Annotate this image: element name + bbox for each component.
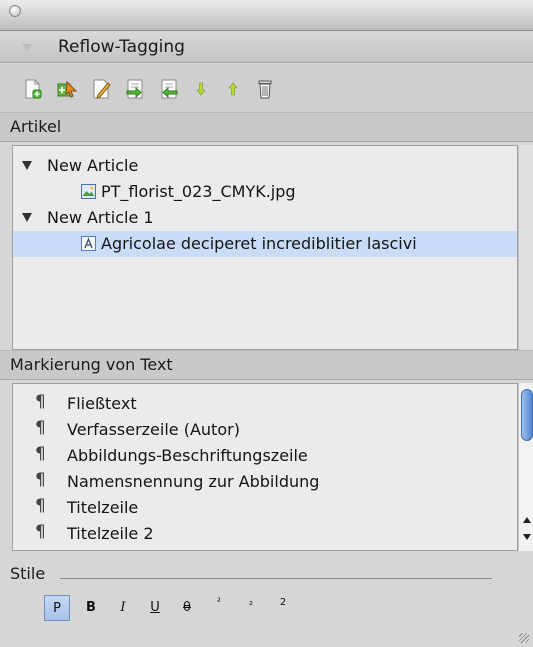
scroll-down-arrow-icon[interactable] <box>523 534 531 540</box>
scrollbar-thumb[interactable] <box>521 389 533 441</box>
close-button[interactable] <box>9 5 21 17</box>
list-item[interactable]: ¶ Abbildungs-Beschriftungszeile <box>13 443 517 469</box>
disclosure-triangle-icon[interactable] <box>22 213 32 222</box>
list-item-selected[interactable]: Agricolae deciperet incrediblitier lasci… <box>13 231 517 257</box>
move-out-button[interactable] <box>158 78 180 100</box>
pilcrow-icon: ¶ <box>35 470 46 490</box>
scroll-up-arrow-icon[interactable] <box>523 517 531 523</box>
list-item[interactable]: ¶ Namensnennung zur Abbildung <box>13 469 517 495</box>
underline-style-button[interactable]: U <box>142 595 168 621</box>
trash-icon <box>258 80 272 99</box>
paragraph-style-button[interactable]: P <box>44 595 70 621</box>
subscript-style-button[interactable]: ₂ <box>238 595 264 621</box>
list-item[interactable]: New Article 1 <box>13 205 517 231</box>
markup-list[interactable]: ¶ Fließtext ¶ Verfasserzeile (Autor) ¶ A… <box>12 383 518 551</box>
arrow-up-icon <box>228 82 238 96</box>
pilcrow-icon: ¶ <box>35 392 46 412</box>
tag-label: Titelzeile 2 <box>67 524 154 543</box>
arrow-down-icon <box>196 82 206 96</box>
article-label: New Article 1 <box>47 208 154 227</box>
markup-section-header: Markierung von Text <box>0 350 533 380</box>
list-item[interactable]: ¶ Titelzeile <box>13 495 517 521</box>
collapse-triangle-icon[interactable] <box>22 44 32 51</box>
list-item[interactable]: ¶ Verfasserzeile (Autor) <box>13 417 517 443</box>
disclosure-triangle-icon[interactable] <box>22 161 32 170</box>
list-item[interactable]: ¶ Fließtext <box>13 391 517 417</box>
panel-header[interactable]: Reflow-Tagging <box>0 31 533 63</box>
reflow-tagging-panel: Reflow-Tagging Artikel New Article PT_fl… <box>0 0 533 647</box>
list-item[interactable]: ¶ Titelzeile 2 <box>13 521 517 547</box>
image-file-icon <box>81 184 96 199</box>
article-list[interactable]: New Article PT_florist_023_CMYK.jpg New … <box>12 145 518 350</box>
styles-divider <box>60 578 492 579</box>
add-content-icon <box>57 80 78 98</box>
tag-label: Verfasserzeile (Autor) <box>67 420 240 439</box>
small-caps-style-button[interactable]: 2 <box>270 595 296 621</box>
tag-label: Namensnennung zur Abbildung <box>67 472 320 491</box>
edit-pencil-icon <box>93 79 111 99</box>
resize-grip-icon[interactable] <box>519 633 529 643</box>
toolbar <box>0 64 533 112</box>
item-label: PT_florist_023_CMYK.jpg <box>101 182 296 201</box>
italic-style-button[interactable]: I <box>110 595 136 621</box>
tag-label: Titelzeile <box>67 498 139 517</box>
new-article-button[interactable] <box>22 78 44 100</box>
document-arrow-right-icon <box>126 79 143 99</box>
document-arrow-left-icon <box>161 79 178 99</box>
pilcrow-icon: ¶ <box>35 444 46 464</box>
article-label: New Article <box>47 156 139 175</box>
styles-section-label: Stile <box>10 564 46 583</box>
articles-section-header: Artikel <box>0 112 533 142</box>
new-document-icon <box>25 79 42 99</box>
tag-label: Fließtext <box>67 394 137 413</box>
tag-label: Abbildungs-Beschriftungszeile <box>67 446 308 465</box>
pilcrow-icon: ¶ <box>35 496 46 516</box>
panel-title: Reflow-Tagging <box>58 37 185 57</box>
move-in-button[interactable] <box>124 78 146 100</box>
list-item[interactable]: New Article <box>13 153 517 179</box>
markup-scrollbar[interactable] <box>518 383 533 551</box>
edit-article-button[interactable] <box>90 78 112 100</box>
pilcrow-icon: ¶ <box>35 418 46 438</box>
list-item[interactable]: PT_florist_023_CMYK.jpg <box>13 179 517 205</box>
text-frame-icon <box>81 236 96 251</box>
delete-button[interactable] <box>254 78 276 100</box>
add-to-article-button[interactable] <box>56 78 78 100</box>
bold-style-button[interactable]: B <box>78 595 104 621</box>
article-scrollbar[interactable] <box>518 145 533 350</box>
strikethrough-style-button[interactable]: θ <box>174 595 200 621</box>
item-label: Agricolae deciperet incrediblitier lasci… <box>101 234 417 253</box>
move-up-button[interactable] <box>222 78 244 100</box>
panel-title-strip <box>0 0 533 31</box>
superscript-style-button[interactable]: ² <box>206 595 232 621</box>
pilcrow-icon: ¶ <box>35 522 46 542</box>
move-down-button[interactable] <box>190 78 212 100</box>
